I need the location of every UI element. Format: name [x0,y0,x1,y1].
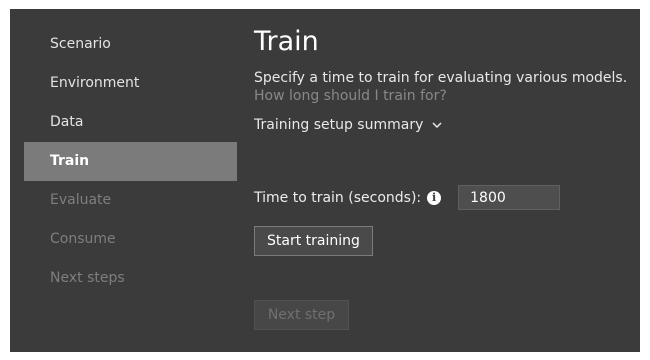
help-link[interactable]: How long should I train for? [254,87,634,105]
train-panel: Train Specify a time to train for evalua… [254,25,634,330]
sidebar-item-next-steps: Next steps [50,270,125,286]
sidebar-item-evaluate: Evaluate [50,192,112,208]
time-to-train-input[interactable] [458,185,561,210]
chevron-down-icon [432,122,442,129]
next-step-button: Next step [254,300,349,330]
training-summary-toggle[interactable]: Training setup summary [254,117,443,133]
start-training-button[interactable]: Start training [254,226,373,256]
sidebar-item-train[interactable]: Train [24,142,237,181]
sidebar-item-data[interactable]: Data [24,103,237,142]
time-to-train-row: Time to train (seconds): i [254,185,561,210]
training-summary-label: Training setup summary [254,117,424,133]
page-description: Specify a time to train for evaluating v… [254,70,628,86]
info-icon[interactable]: i [427,190,442,205]
sidebar-item-scenario[interactable]: Scenario [24,25,237,64]
time-to-train-label: Time to train (seconds): [254,189,422,206]
sidebar-nav: Scenario Environment Data Train Evaluate… [24,25,237,298]
app-window: Scenario Environment Data Train Evaluate… [10,9,640,352]
page-title: Train [254,26,319,57]
sidebar-item-consume: Consume [50,231,116,247]
sidebar-item-environment[interactable]: Environment [24,64,237,103]
